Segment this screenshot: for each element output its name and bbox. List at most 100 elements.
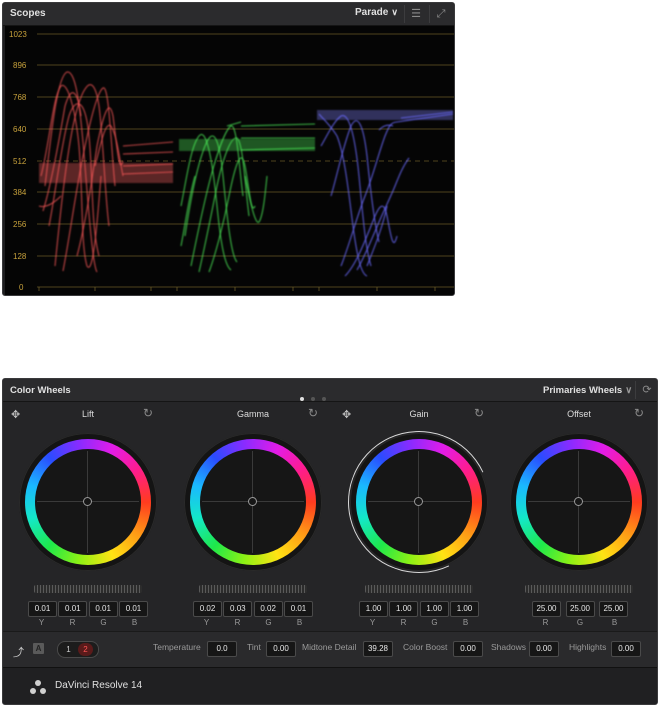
adjustment-page-toggle[interactable]: 1 2 [57, 641, 99, 658]
wheels-mode-dropdown[interactable]: Primaries Wheels ∨ [543, 385, 632, 396]
davinci-logo-icon [30, 680, 46, 694]
page-dot-3[interactable] [322, 397, 326, 401]
gain-master-wheel[interactable] [365, 585, 473, 593]
gamma-r-value[interactable]: 0.03 [223, 601, 253, 617]
gain-values: 1.00 1.00 1.00 1.00 [359, 601, 479, 617]
scopes-title: Scopes [10, 8, 46, 19]
offset-master-wheel[interactable] [525, 585, 633, 593]
offset-b-value[interactable]: 25.00 [599, 601, 628, 617]
wheels-mode-label: Primaries Wheels [543, 385, 623, 396]
offset-puck[interactable] [574, 497, 583, 506]
tick-384: 384 [13, 188, 27, 197]
lift-wheel-group: ✥ Lift ↻ 0.01 0.01 0.01 0.01 Y R G B [8, 403, 168, 629]
shadows-field[interactable]: 0.00 [529, 641, 559, 657]
gamma-channel-labels: Y R G B [193, 618, 313, 627]
scopes-panel: Scopes Parade ∨ ☰ ⤢ 1023 896 768 640 512… [2, 2, 455, 296]
lift-values: 0.01 0.01 0.01 0.01 [28, 601, 148, 617]
tick-1023: 1023 [9, 30, 27, 39]
gain-g-value[interactable]: 1.00 [419, 601, 449, 617]
gamma-g-value[interactable]: 0.02 [253, 601, 283, 617]
gain-b-value[interactable]: 1.00 [449, 601, 479, 617]
auto-balance-icon[interactable]: ⤴ [13, 644, 24, 660]
gamma-wheel[interactable] [184, 433, 322, 571]
tint-label: Tint [247, 642, 261, 652]
gain-wheel-group: ✥ Gain ↻ 1.00 1.00 1.00 1.00 Y R G B [327, 403, 511, 629]
gain-puck[interactable] [414, 497, 423, 506]
page-2-button[interactable]: 2 [78, 643, 93, 656]
midtone-detail-field[interactable]: 39.28 [363, 641, 393, 657]
app-footer: DaVinci Resolve 14 [3, 667, 657, 704]
scope-mode-dropdown[interactable]: Parade ∨ [355, 7, 398, 18]
color-boost-label: Color Boost [403, 642, 448, 652]
reset-icon[interactable]: ↻ [474, 406, 484, 420]
tint-field[interactable]: 0.00 [266, 641, 296, 657]
gamma-y-value[interactable]: 0.02 [193, 601, 222, 617]
red-channel-waveform [38, 71, 174, 273]
green-channel-waveform [179, 121, 316, 273]
lift-wheel[interactable] [19, 433, 157, 571]
channel-y-label: Y [369, 618, 376, 627]
color-wheels-panel: Color Wheels Primaries Wheels ∨ ⟳ ✥ Lift … [2, 378, 658, 705]
gain-channel-labels: Y R G B [359, 618, 479, 627]
tick-768: 768 [13, 93, 27, 102]
temperature-label: Temperature [153, 642, 201, 652]
lift-puck[interactable] [83, 497, 92, 506]
channel-r-label: R [234, 618, 241, 627]
channel-r-label: R [542, 618, 549, 627]
gamma-master-wheel[interactable] [199, 585, 307, 593]
channel-g-label: G [100, 618, 107, 627]
gamma-values: 0.02 0.03 0.02 0.01 [193, 601, 313, 617]
channel-b-label: B [611, 618, 618, 627]
gain-wheel[interactable] [327, 410, 511, 594]
channel-r-label: R [69, 618, 76, 627]
lift-master-wheel[interactable] [34, 585, 142, 593]
gain-r-value[interactable]: 1.00 [389, 601, 419, 617]
tick-640: 640 [13, 125, 27, 134]
lift-y-value[interactable]: 0.01 [28, 601, 57, 617]
page-dot-2[interactable] [311, 397, 315, 401]
parade-waveform: 1023 896 768 640 512 384 256 128 0 [9, 30, 454, 292]
color-wheels-title: Color Wheels [10, 385, 71, 396]
color-boost-field[interactable]: 0.00 [453, 641, 483, 657]
reset-all-icon[interactable]: ⟳ [635, 381, 657, 399]
reset-icon[interactable]: ↻ [634, 406, 644, 420]
offset-channel-labels: R G B [532, 618, 628, 627]
channel-r-label: R [400, 618, 407, 627]
offset-values: 25.00 25.00 25.00 [532, 601, 628, 617]
temperature-field[interactable]: 0.0 [207, 641, 237, 657]
tick-256: 256 [13, 220, 27, 229]
scope-settings-icon[interactable]: ☰ [404, 5, 427, 23]
reset-icon[interactable]: ↻ [143, 406, 153, 420]
gamma-b-value[interactable]: 0.01 [283, 601, 313, 617]
scope-grid [37, 33, 454, 288]
highlights-label: Highlights [569, 642, 607, 652]
reset-icon[interactable]: ↻ [308, 406, 318, 420]
lift-b-value[interactable]: 0.01 [118, 601, 148, 617]
scopes-header: Scopes Parade ∨ ☰ ⤢ [3, 3, 454, 26]
channel-g-label: G [576, 618, 584, 627]
page-dot-1[interactable] [300, 397, 304, 401]
auto-button[interactable]: A [33, 643, 44, 654]
gain-y-value[interactable]: 1.00 [359, 601, 388, 617]
tick-128: 128 [13, 252, 27, 261]
offset-wheel[interactable] [510, 433, 648, 571]
tick-896: 896 [13, 61, 27, 70]
lift-g-value[interactable]: 0.01 [88, 601, 118, 617]
offset-g-value[interactable]: 25.00 [565, 601, 595, 617]
channel-b-label: B [131, 618, 138, 627]
offset-wheel-group: Offset ↻ 25.00 25.00 25.00 R G B [499, 403, 657, 629]
tick-512: 512 [13, 157, 27, 166]
lift-r-value[interactable]: 0.01 [58, 601, 88, 617]
scope-baseline-ticks [38, 287, 436, 291]
chevron-down-icon: ∨ [391, 7, 398, 17]
chevron-down-icon: ∨ [625, 385, 633, 396]
highlights-field[interactable]: 0.00 [611, 641, 641, 657]
page-1-button[interactable]: 1 [61, 643, 76, 656]
adjustments-bar: ⤴ A 1 2 Temperature 0.0 Tint 0.00 Midton… [3, 631, 657, 668]
gamma-puck[interactable] [248, 497, 257, 506]
gamma-wheel-group: Gamma ↻ 0.02 0.03 0.02 0.01 Y R G B [173, 403, 333, 629]
blue-channel-waveform [317, 110, 454, 277]
expand-icon[interactable]: ⤢ [429, 5, 452, 23]
color-wheels-header: Color Wheels Primaries Wheels ∨ ⟳ [3, 379, 657, 402]
offset-r-value[interactable]: 25.00 [532, 601, 561, 617]
